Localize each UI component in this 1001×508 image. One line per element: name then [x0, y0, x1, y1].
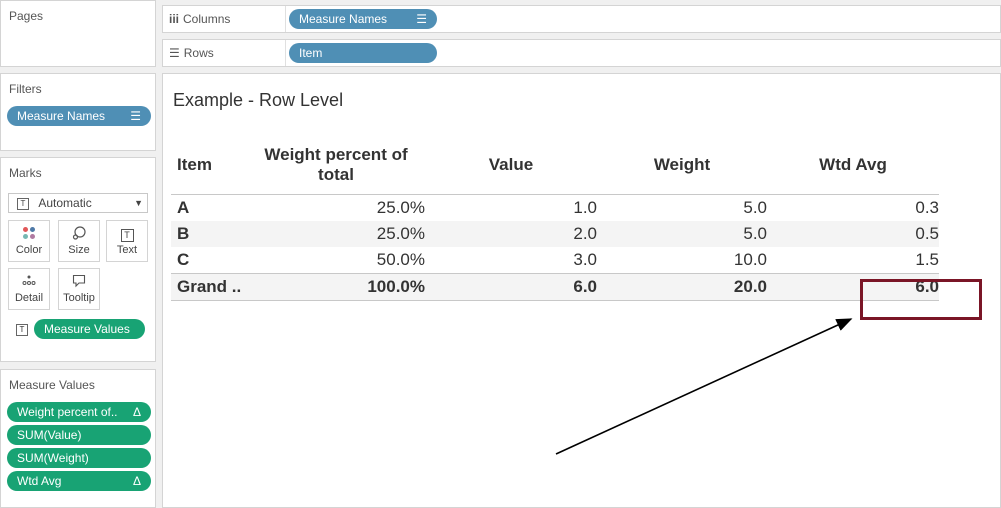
sort-icon: ☰	[416, 12, 427, 26]
row-label: C	[177, 250, 190, 269]
marks-detail-label: Detail	[14, 292, 44, 304]
cell-weight-percent: 50.0%	[376, 250, 425, 269]
filters-title: Filters	[9, 82, 42, 96]
measure-pill-label: SUM(Value)	[17, 428, 82, 442]
filter-pill-measure-names[interactable]: Measure Names ☰	[7, 106, 151, 126]
pages-panel: Pages	[0, 0, 156, 67]
table-row[interactable]: A 25.0% 1.0 5.0 0.3	[171, 195, 939, 222]
columns-pill-label: Measure Names	[299, 12, 388, 26]
columns-pill-measure-names[interactable]: Measure Names ☰	[289, 9, 437, 29]
shelf-divider	[285, 40, 286, 66]
delta-icon: Δ	[132, 474, 141, 488]
measure-pill-sum-value[interactable]: SUM(Value)	[7, 425, 151, 445]
marks-text-button[interactable]: T Text	[106, 220, 148, 262]
mark-type-select[interactable]: T Automatic ▼	[8, 193, 148, 213]
table-row[interactable]: C 50.0% 3.0 10.0 1.5	[171, 247, 939, 274]
view-title: Example - Row Level	[173, 90, 344, 110]
marks-title: Marks	[9, 166, 42, 180]
measure-pill-wtd-avg[interactable]: Wtd Avg Δ	[7, 471, 151, 491]
rows-icon: ☰	[169, 46, 180, 60]
mark-type-icon: T	[17, 197, 29, 210]
text-encoding-icon: T	[16, 324, 28, 336]
tooltip-icon	[59, 274, 99, 290]
cell-wtd-avg: 0.5	[767, 221, 939, 247]
marks-size-label: Size	[68, 244, 90, 256]
cell-value: 3.0	[573, 250, 597, 269]
columns-shelf-label: iii Columns	[169, 12, 231, 26]
marks-detail-button[interactable]: Detail	[8, 268, 50, 310]
table-row[interactable]: B 25.0% 2.0 5.0 0.5	[171, 221, 939, 247]
pages-title: Pages	[9, 9, 44, 23]
header-value[interactable]: Value	[425, 136, 597, 195]
marks-size-button[interactable]: Size	[58, 220, 100, 262]
highlight-box	[860, 279, 982, 320]
cell-weight: 10.0	[733, 250, 767, 269]
measure-pill-label: Wtd Avg	[17, 474, 62, 488]
marks-panel: Marks T Automatic ▼ Color Size T Text De…	[0, 157, 156, 362]
grand-total-row[interactable]: Grand .. 100.0% 6.0 20.0 6.0	[171, 273, 939, 301]
measure-pill-weight-percent[interactable]: Weight percent of.. Δ	[7, 402, 151, 422]
columns-icon: iii	[169, 12, 180, 26]
view-canvas[interactable]: Example - Row Level Item Weight percent …	[162, 73, 1001, 508]
row-label: Grand ..	[171, 273, 247, 301]
cell-wtd-avg: 1.5	[915, 250, 939, 269]
header-item[interactable]: Item	[171, 136, 247, 195]
color-dots-icon	[9, 226, 49, 242]
marks-text-label: Text	[116, 244, 138, 256]
crosstab-table: Item Weight percent of total Value Weigh…	[171, 136, 939, 301]
marks-color-label: Color	[15, 244, 43, 256]
filter-list-icon: ☰	[130, 109, 141, 123]
cell-weight-percent: 25.0%	[247, 221, 425, 247]
filters-panel: Filters Measure Names ☰	[0, 73, 156, 151]
header-weight-percent[interactable]: Weight percent of total	[247, 136, 425, 195]
measure-values-title: Measure Values	[9, 378, 95, 392]
row-label: B	[171, 221, 247, 247]
cell-weight: 20.0	[597, 273, 767, 301]
header-weight[interactable]: Weight	[597, 136, 767, 195]
filter-pill-label: Measure Names	[17, 109, 106, 123]
measure-pill-label: Weight percent of..	[17, 405, 118, 419]
delta-icon: Δ	[132, 405, 141, 419]
marks-pill-measure-values[interactable]: Measure Values	[34, 319, 145, 339]
cell-value: 2.0	[425, 221, 597, 247]
rows-pill-label: Item	[299, 46, 323, 60]
cell-weight-percent: 100.0%	[247, 273, 425, 301]
size-icon	[59, 226, 99, 242]
cell-weight: 5.0	[743, 198, 767, 217]
text-icon: T	[107, 226, 147, 242]
shelf-divider	[285, 6, 286, 32]
detail-icon	[9, 274, 49, 290]
cell-wtd-avg: 0.3	[915, 198, 939, 217]
marks-tooltip-button[interactable]: Tooltip	[58, 268, 100, 310]
marks-color-button[interactable]: Color	[8, 220, 50, 262]
measure-values-panel: Measure Values Weight percent of.. Δ SUM…	[0, 369, 156, 508]
cell-weight-percent: 25.0%	[376, 198, 425, 217]
header-wtd-avg[interactable]: Wtd Avg	[767, 136, 939, 195]
marks-pill-label: Measure Values	[44, 322, 130, 336]
cell-value: 1.0	[573, 198, 597, 217]
mark-type-value: Automatic	[38, 196, 92, 210]
columns-shelf[interactable]: iii Columns Measure Names ☰	[162, 5, 1001, 33]
row-label: A	[177, 198, 190, 217]
chevron-down-icon: ▼	[134, 198, 143, 208]
cell-value: 6.0	[425, 273, 597, 301]
measure-pill-sum-weight[interactable]: SUM(Weight)	[7, 448, 151, 468]
measure-pill-label: SUM(Weight)	[17, 451, 89, 465]
rows-shelf[interactable]: ☰ Rows Item	[162, 39, 1001, 67]
rows-shelf-label: ☰ Rows	[169, 46, 214, 60]
header-row: Item Weight percent of total Value Weigh…	[171, 136, 939, 195]
rows-pill-item[interactable]: Item	[289, 43, 437, 63]
cell-weight: 5.0	[597, 221, 767, 247]
marks-tooltip-label: Tooltip	[63, 292, 95, 304]
